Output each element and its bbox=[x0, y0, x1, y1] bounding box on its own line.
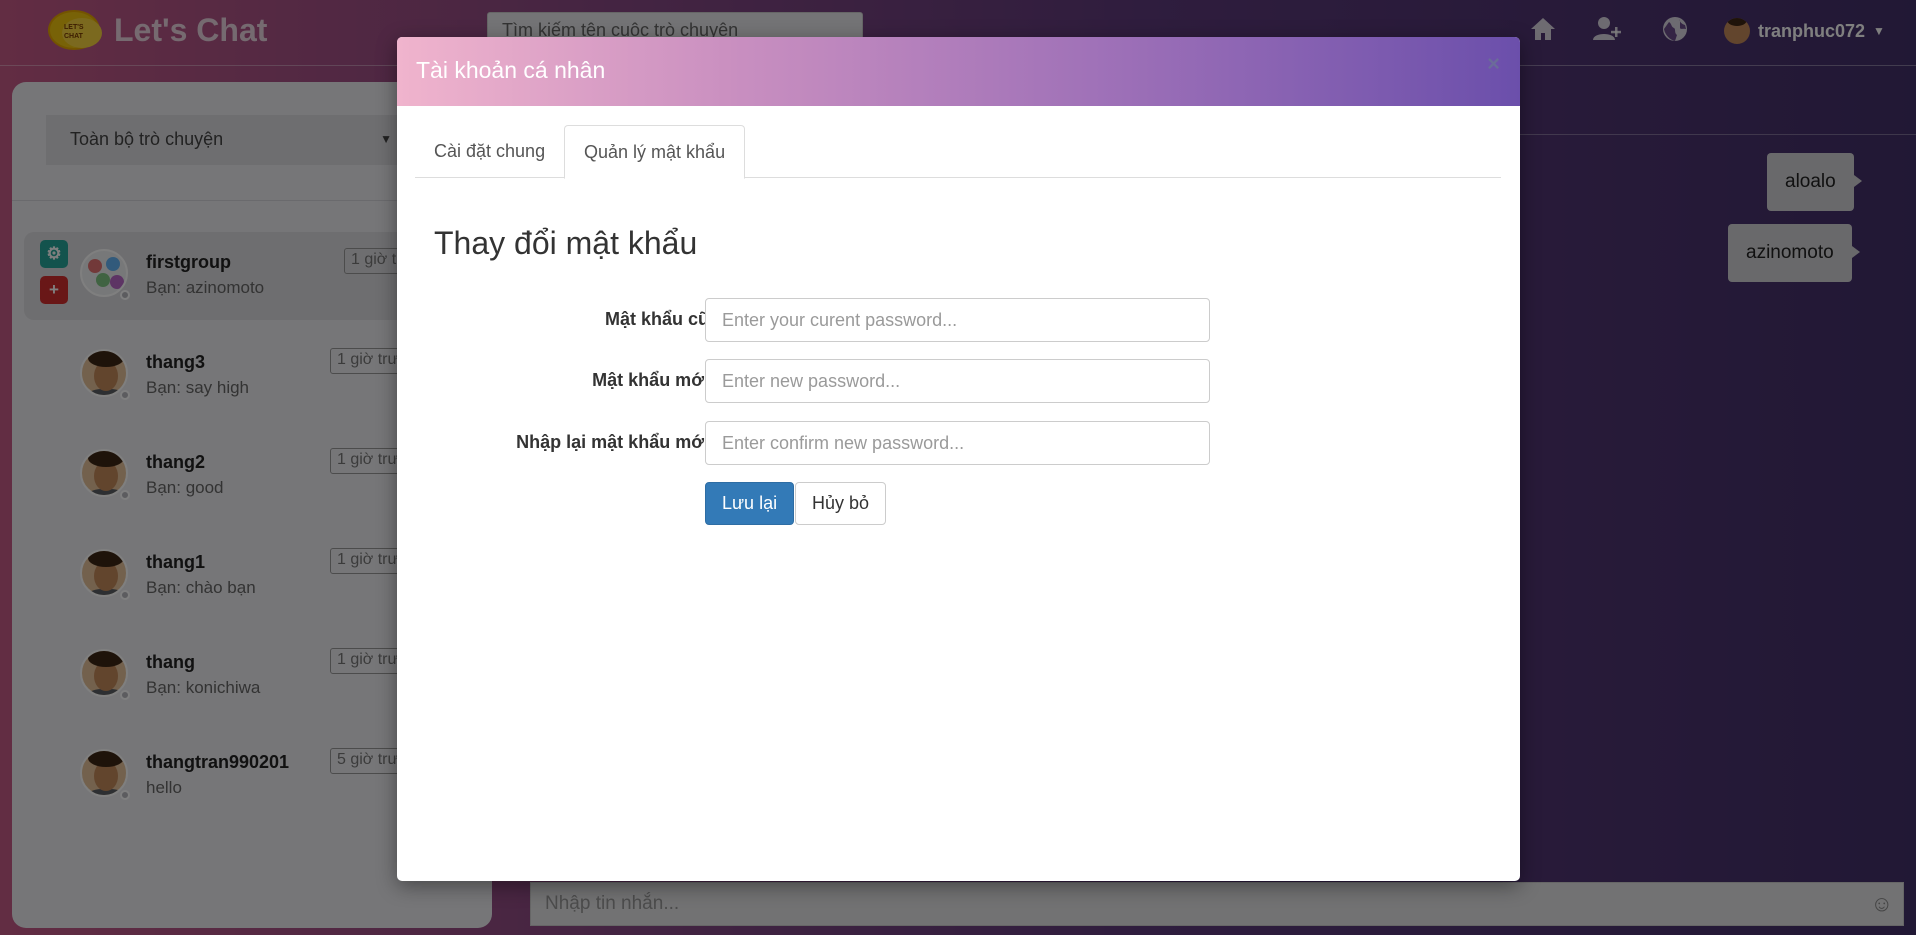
old-password-row: Mật khẩu cũ bbox=[415, 298, 1501, 342]
section-title: Thay đổi mật khẩu bbox=[434, 225, 698, 261]
cancel-button[interactable]: Hủy bỏ bbox=[795, 482, 887, 525]
confirm-password-row: Nhập lại mật khẩu mới bbox=[415, 421, 1501, 465]
confirm-password-label: Nhập lại mật khẩu mới bbox=[516, 432, 709, 452]
old-password-field[interactable] bbox=[705, 298, 1210, 342]
close-icon[interactable]: × bbox=[1487, 51, 1500, 77]
old-password-label: Mật khẩu cũ bbox=[604, 309, 709, 329]
modal-title: Tài khoản cá nhân bbox=[416, 57, 606, 83]
modal-tabs: Cài đặt chung Quản lý mật khẩu bbox=[415, 125, 1501, 179]
new-password-row: Mật khẩu mới bbox=[415, 359, 1501, 403]
modal-header: Tài khoản cá nhân × bbox=[397, 37, 1520, 106]
tab-general-settings[interactable]: Cài đặt chung bbox=[415, 125, 564, 178]
account-modal: Tài khoản cá nhân × Cài đặt chung Quản l… bbox=[397, 37, 1520, 881]
confirm-password-field[interactable] bbox=[705, 421, 1210, 465]
new-password-label: Mật khẩu mới bbox=[592, 370, 709, 390]
save-button[interactable]: Lưu lại bbox=[705, 482, 795, 525]
tab-password-management[interactable]: Quản lý mật khẩu bbox=[564, 125, 746, 179]
new-password-field[interactable] bbox=[705, 359, 1210, 403]
